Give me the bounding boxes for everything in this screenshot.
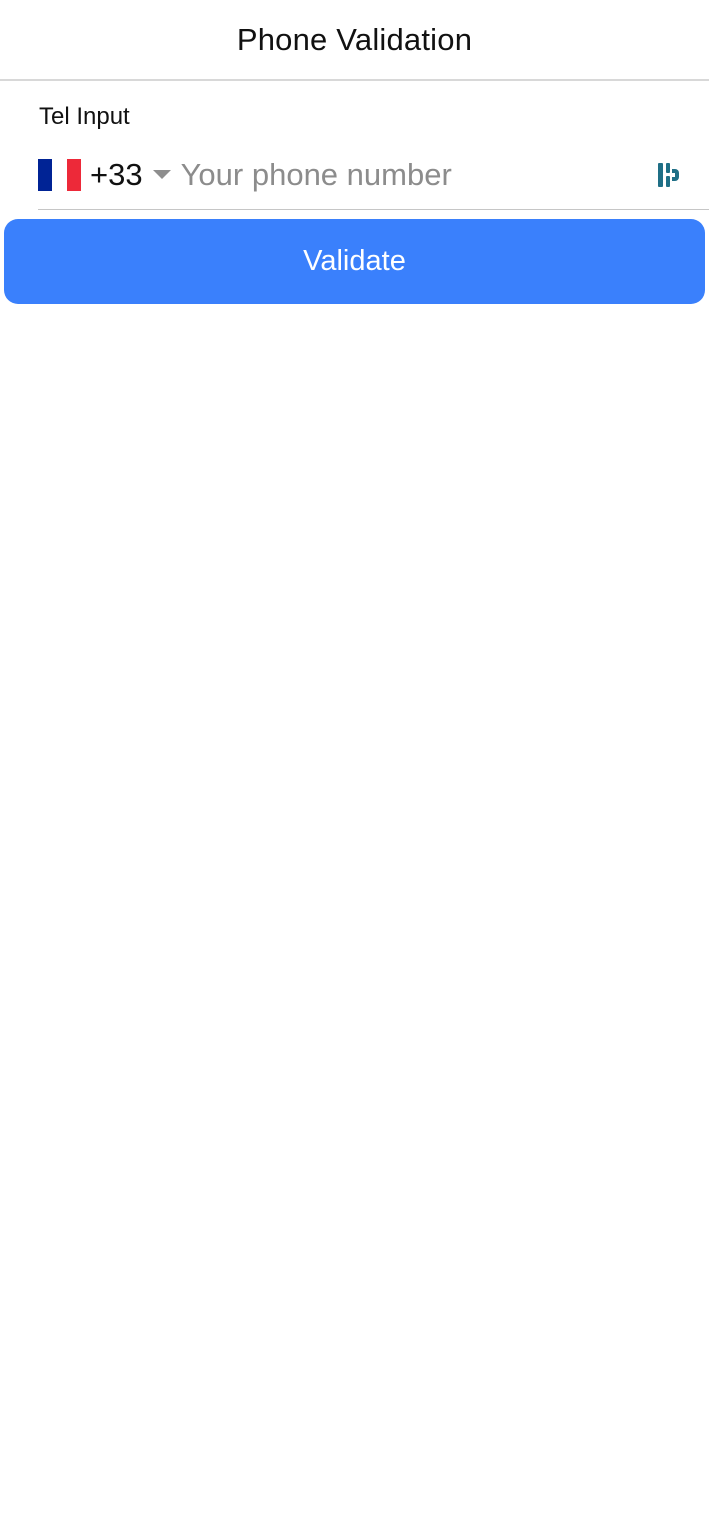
- france-flag-icon: [38, 158, 81, 191]
- navigation-bar: Phone Validation: [0, 0, 709, 81]
- chevron-down-icon: [152, 170, 171, 179]
- tel-input-field: +33: [38, 140, 709, 210]
- phone-validation-screen: Phone Validation Tel Input +33 Validate: [0, 0, 709, 1536]
- tel-input-label: Tel Input: [39, 103, 130, 130]
- dial-code: +33: [90, 156, 143, 192]
- country-code-picker[interactable]: +33: [38, 140, 171, 209]
- validate-button[interactable]: Validate: [4, 219, 705, 304]
- page-title: Phone Validation: [236, 21, 473, 57]
- password-manager-icon[interactable]: [657, 161, 681, 189]
- phone-number-input[interactable]: [180, 144, 649, 205]
